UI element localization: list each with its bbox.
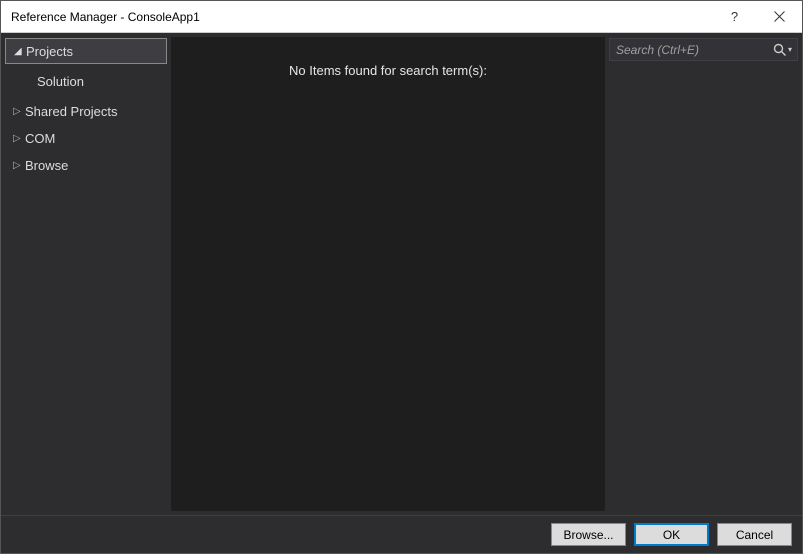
body-area: ◢ Projects Solution ▷ Shared Projects ▷ …	[1, 33, 802, 515]
chevron-down-icon: ◢	[14, 46, 26, 57]
titlebar: Reference Manager - ConsoleApp1 ?	[1, 1, 802, 33]
sidebar-item-browse[interactable]: ▷ Browse	[5, 152, 167, 178]
chevron-right-icon: ▷	[13, 133, 25, 144]
sidebar-subitem-label: Solution	[37, 74, 84, 89]
help-icon: ?	[731, 9, 738, 24]
sidebar-item-label: Projects	[26, 44, 73, 59]
window-title: Reference Manager - ConsoleApp1	[11, 10, 712, 24]
close-icon	[774, 11, 785, 22]
sidebar-subitem-solution[interactable]: Solution	[5, 68, 167, 94]
footer: Browse... OK Cancel	[1, 515, 802, 553]
search-input[interactable]	[616, 43, 773, 57]
button-label: OK	[663, 528, 680, 542]
sidebar-item-com[interactable]: ▷ COM	[5, 125, 167, 151]
chevron-right-icon: ▷	[13, 106, 25, 117]
browse-button[interactable]: Browse...	[551, 523, 626, 546]
empty-results-message: No Items found for search term(s):	[289, 63, 487, 511]
help-button[interactable]: ?	[712, 1, 757, 32]
search-box[interactable]: ▾	[609, 38, 798, 61]
sidebar-item-label: Browse	[25, 158, 68, 173]
search-icon[interactable]: ▾	[773, 43, 792, 57]
sidebar-item-projects[interactable]: ◢ Projects	[5, 38, 167, 64]
cancel-button[interactable]: Cancel	[717, 523, 792, 546]
sidebar-item-label: COM	[25, 131, 55, 146]
sidebar-item-shared-projects[interactable]: ▷ Shared Projects	[5, 98, 167, 124]
right-panel: ▾	[605, 33, 802, 515]
sidebar: ◢ Projects Solution ▷ Shared Projects ▷ …	[1, 33, 171, 515]
titlebar-controls: ?	[712, 1, 802, 32]
sidebar-item-label: Shared Projects	[25, 104, 118, 119]
results-panel: No Items found for search term(s):	[171, 37, 605, 511]
button-label: Browse...	[563, 528, 613, 542]
ok-button[interactable]: OK	[634, 523, 709, 546]
chevron-right-icon: ▷	[13, 160, 25, 171]
close-button[interactable]	[757, 1, 802, 32]
button-label: Cancel	[736, 528, 773, 542]
